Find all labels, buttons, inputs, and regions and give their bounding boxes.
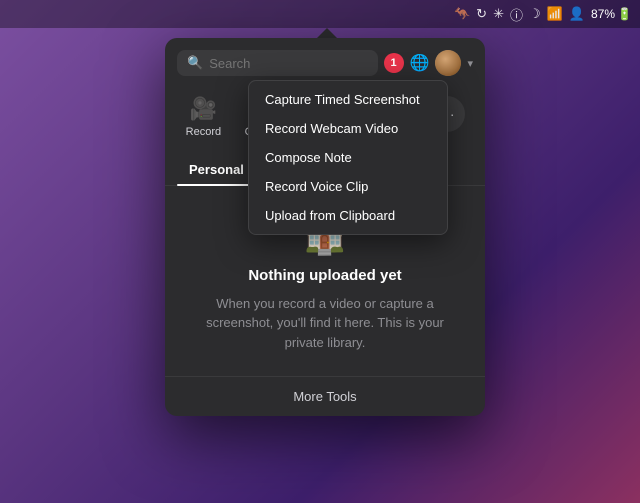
dropdown-item-record-voice[interactable]: Record Voice Clip: [249, 172, 447, 201]
dropdown-item-upload-clipboard[interactable]: Upload from Clipboard: [249, 201, 447, 230]
menu-bar: 🦘 ↻ ✳ ⓘ ☽ 📶 👤 87% 🔋: [0, 0, 640, 28]
search-input[interactable]: [209, 56, 367, 71]
more-tools-button[interactable]: More Tools: [293, 389, 356, 404]
avatar-image: [435, 50, 461, 76]
dropdown-item-compose-note[interactable]: Compose Note: [249, 143, 447, 172]
battery-status: 87% 🔋: [591, 7, 632, 21]
footer: More Tools: [165, 376, 485, 416]
search-bar: 🔍 1 🌐 ▾: [165, 38, 485, 84]
empty-state-description: When you record a video or capture a scr…: [185, 294, 465, 353]
battery-icon: 🔋: [617, 7, 632, 21]
dropdown-item-record-webcam[interactable]: Record Webcam Video: [249, 114, 447, 143]
search-icon: 🔍: [187, 55, 203, 71]
tab-personal[interactable]: Personal: [177, 154, 256, 185]
info-icon: ⓘ: [510, 5, 523, 24]
battery-percent: 87%: [591, 7, 615, 21]
dropdown-item-capture-timed[interactable]: Capture Timed Screenshot: [249, 85, 447, 114]
notification-badge[interactable]: 1: [384, 53, 404, 73]
refresh-icon: ↻: [476, 6, 487, 22]
empty-state-title: Nothing uploaded yet: [248, 267, 401, 284]
record-icon: 🎥: [190, 96, 217, 122]
account-icon: 👤: [569, 6, 585, 22]
record-label: Record: [186, 126, 221, 138]
dropdown-menu: Capture Timed Screenshot Record Webcam V…: [248, 80, 448, 235]
moon-icon: ☽: [529, 6, 541, 22]
globe-icon[interactable]: 🌐: [410, 53, 430, 73]
chevron-down-icon[interactable]: ▾: [467, 57, 473, 70]
avatar[interactable]: [435, 50, 461, 76]
popup-arrow: [317, 28, 337, 38]
bluetooth-icon: ✳: [493, 6, 504, 22]
kangaroo-icon: 🦘: [454, 6, 470, 22]
search-input-wrapper[interactable]: 🔍: [177, 50, 378, 76]
record-button[interactable]: 🎥 Record: [173, 88, 234, 146]
wifi-icon: 📶: [547, 6, 563, 22]
